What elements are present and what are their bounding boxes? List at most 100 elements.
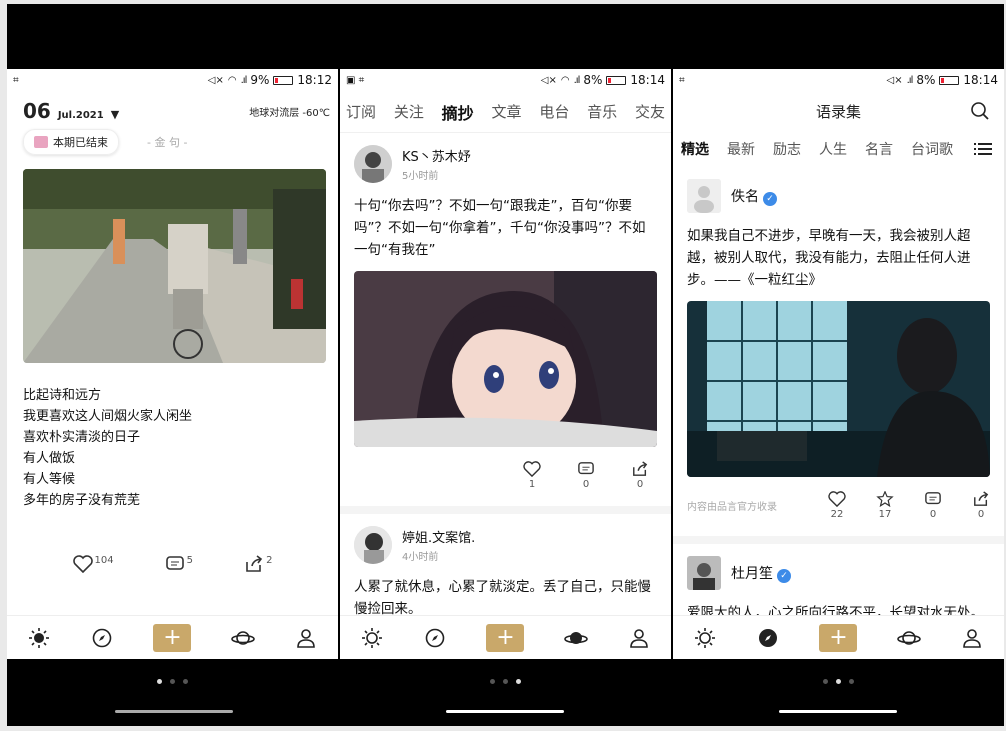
post-text[interactable]: 十句“你去吗”？不如一句“跟我走”，百句“你要吗”？不如一句“你拿着”，千句“你… [354,195,657,261]
post-text[interactable]: 人累了就休息，心累了就淡定。丢了自己，只能慢慢捡回来。 [354,576,657,620]
post-author[interactable]: 杜月笙 ✓ [687,556,990,590]
battery-icon [606,75,627,85]
tab-life[interactable]: 人生 [819,139,847,159]
divider [673,536,1004,544]
tab-latest[interactable]: 最新 [727,139,755,159]
post-author[interactable]: 婷姐.文案馆. 4小时前 [354,526,657,564]
comment-icon [578,462,594,475]
page-dot [157,679,162,684]
tab-subscribe[interactable]: 订阅 [346,101,376,122]
street-photo[interactable] [23,169,326,363]
planet-icon [564,631,588,644]
nav-planet[interactable] [564,626,588,650]
share-button[interactable]: 0 [631,461,649,490]
period-ended-tag[interactable]: 本期已结束 [23,129,119,155]
post-author[interactable]: KS丶苏木妤 5小时前 [354,145,657,183]
like-button[interactable]: 1 [523,461,541,490]
home-indicator[interactable] [446,710,564,713]
page-dot [170,679,175,684]
mute-icon: ◁× [540,74,557,86]
comment-icon [925,492,941,505]
comment-button[interactable]: 0 [577,461,595,490]
app-screen: ⌗ ◁× ◠ .ıl 9% 18:12 06 Jul.2021 ▼ 地球对流层 … [7,69,338,659]
nav-planet[interactable] [231,626,255,650]
battery-percent: 9% [250,73,270,87]
share-count: 2 [266,555,273,566]
tab-featured[interactable]: 精选 [681,139,709,159]
nav-daily[interactable] [360,626,384,650]
phone-screen-quotes: ⌗ ◁× .ıl 8% 18:14 语录集 精选 最新 励志 人生 名言 台词歌… [673,4,1004,726]
tab-inspiration[interactable]: 励志 [773,139,801,159]
search-icon[interactable] [970,101,990,121]
like-button[interactable]: 22 [828,491,846,520]
nav-daily[interactable] [27,626,51,650]
film-still-image[interactable] [687,301,990,477]
notification-icon: ⌗ [679,74,685,86]
home-indicator[interactable] [115,710,233,713]
category-label: - 金 句 - [147,136,188,149]
tab-radio[interactable]: 电台 [539,101,569,122]
compass-icon [759,628,778,647]
verified-icon: ✓ [777,569,791,583]
signal-icon: .ıl [240,74,248,86]
tab-friends[interactable]: 交友 [635,101,665,122]
nav-daily[interactable] [693,626,717,650]
tab-excerpts[interactable]: 摘抄 [441,100,474,124]
tab-quotes[interactable]: 名言 [865,139,893,159]
gift-icon [34,136,48,148]
like-count: 22 [830,509,844,520]
sun-icon [361,627,382,648]
nav-discover[interactable] [756,626,780,650]
avatar[interactable] [354,526,392,564]
tab-articles[interactable]: 文章 [491,101,521,122]
author-name[interactable]: 佚名 [731,189,759,205]
favorite-button[interactable]: 17 [876,491,894,520]
comment-button[interactable]: 0 [924,491,942,520]
feed-tabs: 订阅 关注 摘抄 文章 电台 音乐 交友 [340,91,671,133]
tab-follow[interactable]: 关注 [394,101,424,122]
quote-card: 杜月笙 ✓ 爱限大的人，心之所向行路不平，长望对水无处。 [673,544,1004,624]
like-button[interactable]: 104 [72,555,114,573]
avatar[interactable] [687,179,721,213]
share-button[interactable]: 2 [244,555,272,573]
share-button[interactable]: 0 [972,491,990,520]
avatar[interactable] [687,556,721,590]
page-dot [183,679,188,684]
favorite-count: 17 [878,509,892,520]
author-name[interactable]: 杜月笙 [731,566,773,582]
anime-image[interactable] [354,271,657,447]
comment-button[interactable]: 5 [165,555,193,573]
nav-profile[interactable] [294,626,318,650]
share-count: 0 [636,479,644,490]
nav-discover[interactable] [423,626,447,650]
tab-lyrics[interactable]: 台词歌 [911,139,953,159]
date-selector[interactable]: 06 Jul.2021 ▼ [23,99,119,123]
app-screen: ⌗ ◁× .ıl 8% 18:14 语录集 精选 最新 励志 人生 名言 台词歌… [673,69,1004,659]
nav-planet[interactable] [897,626,921,650]
nav-profile[interactable] [960,626,984,650]
avatar[interactable] [354,145,392,183]
tab-music[interactable]: 音乐 [587,101,617,122]
nav-profile[interactable] [627,626,651,650]
author-name[interactable]: 婷姐.文案馆. [402,527,475,546]
poem-text: 比起诗和远方 我更喜欢这人间烟火家人闲坐 喜欢朴实清淡的日子 有人做饭 有人等候… [7,363,338,511]
source-note: 内容由品言官方收录 [687,502,777,513]
user-icon [963,628,982,648]
share-icon [974,491,989,506]
add-button[interactable]: + [486,623,525,652]
page-title: 语录集 [815,102,861,121]
quote-text[interactable]: 如果我自己不进步，早晚有一天，我会被别人超越，被别人取代，我没有能力，去阻止任何… [687,225,990,291]
battery-percent: 8% [583,73,603,87]
author-name[interactable]: KS丶苏木妤 [402,146,471,165]
poem-line: 有人做饭 [23,451,76,466]
tag-label: 本期已结束 [53,136,108,149]
battery-icon [939,75,960,85]
add-button[interactable]: + [819,623,858,652]
list-menu-icon[interactable] [974,142,992,156]
post-author[interactable]: 佚名 ✓ [687,179,990,213]
add-button[interactable]: + [153,623,192,652]
nav-discover[interactable] [90,626,114,650]
home-indicator[interactable] [779,710,897,713]
page-indicator [340,679,671,684]
poem-line: 比起诗和远方 [23,388,102,403]
